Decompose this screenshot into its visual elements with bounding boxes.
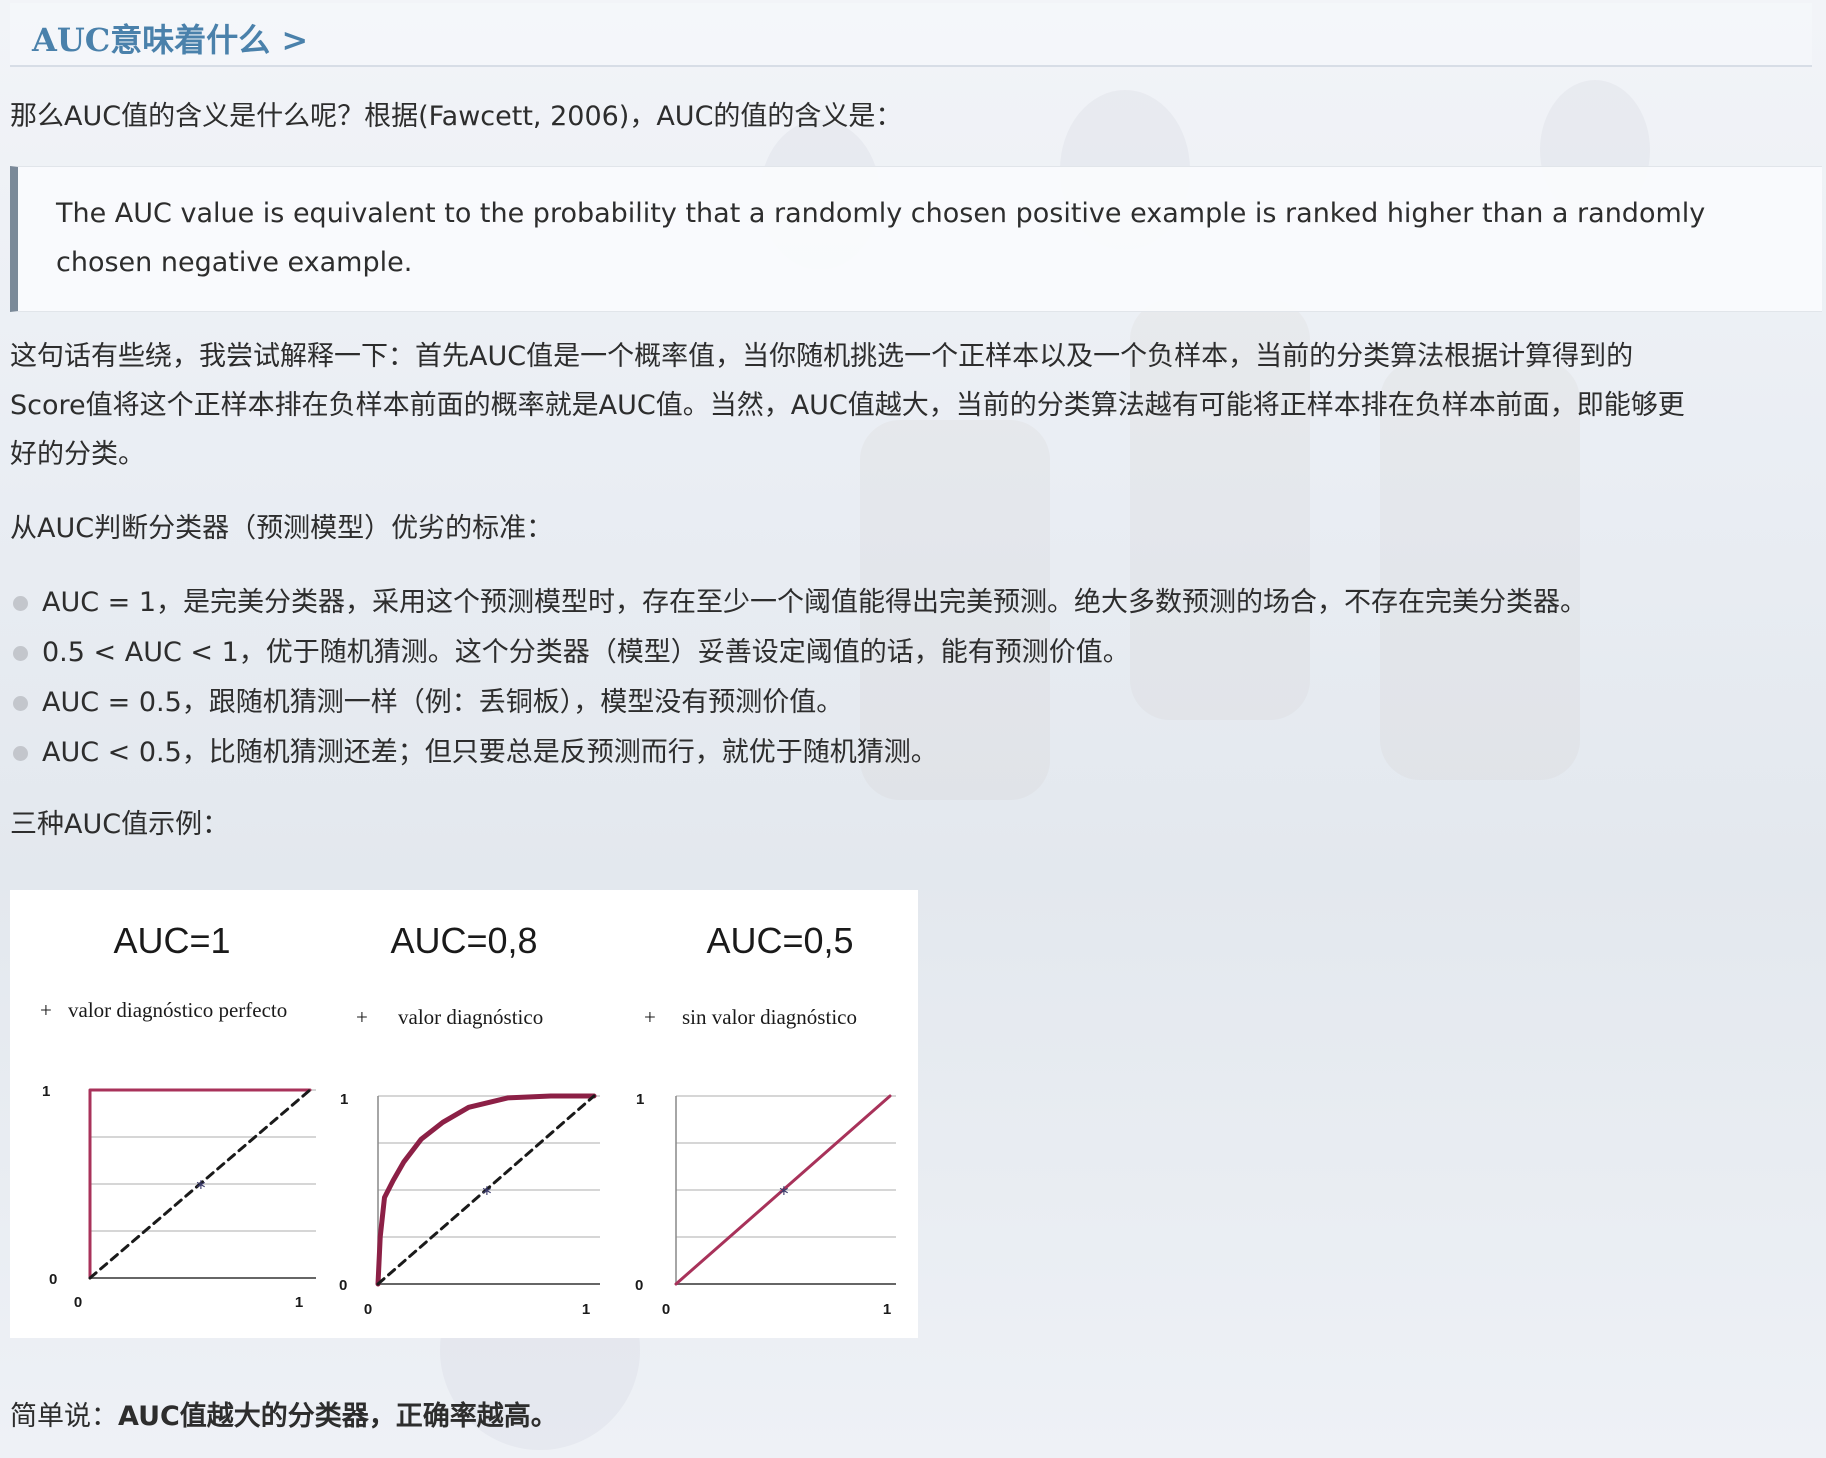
plot-area: ∗ [375, 1093, 600, 1287]
bullet-dot [13, 646, 28, 661]
y-tick-label: 0 [635, 1277, 643, 1294]
blockquote-line: chosen negative example. [56, 247, 413, 278]
criteria-list: AUC = 1，是完美分类器，采用这个预测模型时，存在至少一个阈值能得出完美预测… [10, 578, 1790, 778]
plot-area: ∗ [674, 1094, 896, 1286]
y-tick-label: 1 [636, 1091, 644, 1108]
chart-panel-auc-05: AUC=0,5 + sin valor diagnóstico 1 0 0 1 … [635, 920, 896, 1318]
midpoint-marker: ∗ [195, 1177, 207, 1193]
blockquote-text: The AUC value is equivalent to the proba… [56, 189, 1776, 287]
blockquote: The AUC value is equivalent to the proba… [10, 166, 1822, 312]
criteria-intro: 从AUC判断分类器（预测模型）优劣的标准： [10, 513, 554, 544]
list-item: AUC = 0.5，跟随机猜测一样（例：丢铜板），模型没有预测价值。 [10, 678, 1790, 728]
explanation-paragraph: 这句话有些绕，我尝试解释一下：首先AUC值是一个概率值，当你随机挑选一个正样本以… [10, 332, 1810, 479]
plot-area: ∗ [88, 1088, 316, 1280]
examples-intro: 三种AUC值示例： [10, 809, 230, 840]
explanation-line: 这句话有些绕，我尝试解释一下：首先AUC值是一个概率值，当你随机挑选一个正样本以… [10, 341, 1634, 372]
conclusion-prefix: 简单说： [10, 1401, 118, 1432]
chart-subtitle: valor diagnóstico perfecto [68, 998, 287, 1022]
conclusion-paragraph: 简单说：AUC值越大的分类器，正确率越高。 [10, 1392, 558, 1441]
explanation-line: Score值将这个正样本排在负样本前面的概率就是AUC值。当然，AUC值越大，当… [10, 390, 1685, 421]
chart-title: AUC=0,8 [390, 920, 537, 961]
list-item-text: AUC = 1，是完美分类器，采用这个预测模型时，存在至少一个阈值能得出完美预测… [42, 587, 1588, 618]
bullet-dot [13, 746, 28, 761]
plus-icon: + [356, 1005, 368, 1029]
plus-icon: + [40, 998, 52, 1022]
x-tick-label: 1 [883, 1301, 891, 1318]
list-item: 0.5 < AUC < 1，优于随机猜测。这个分类器（模型）妥善设定阈值的话，能… [10, 628, 1790, 678]
list-item: AUC = 1，是完美分类器，采用这个预测模型时，存在至少一个阈值能得出完美预测… [10, 578, 1790, 628]
chart-panel-auc-08: AUC=0,8 + valor diagnóstico 1 0 0 1 ∗ [339, 920, 600, 1318]
blockquote-line: The AUC value is equivalent to the proba… [56, 198, 1706, 229]
list-item-text: AUC < 0.5，比随机猜测还差；但只要总是反预测而行，就优于随机猜测。 [42, 737, 938, 768]
x-tick-label: 1 [582, 1301, 590, 1318]
midpoint-marker: ∗ [481, 1183, 493, 1199]
explanation-line: 好的分类。 [10, 439, 145, 470]
y-tick-label: 1 [42, 1083, 50, 1100]
bullet-dot [13, 696, 28, 711]
x-tick-label: 0 [74, 1294, 82, 1311]
list-item: AUC < 0.5，比随机猜测还差；但只要总是反预测而行，就优于随机猜测。 [10, 728, 1790, 778]
y-tick-label: 1 [340, 1091, 348, 1108]
intro-paragraph: 那么AUC值的含义是什么呢？根据(Fawcett, 2006)，AUC的值的含义… [10, 101, 903, 132]
auc-examples-svg: AUC=1 + valor diagnóstico perfecto 1 0 0… [40, 920, 896, 1318]
x-tick-label: 0 [364, 1301, 372, 1318]
list-item-text: AUC = 0.5，跟随机猜测一样（例：丢铜板），模型没有预测价值。 [42, 687, 844, 718]
section-heading-title[interactable]: AUC意味着什么 > [32, 15, 308, 61]
list-item-text: 0.5 < AUC < 1，优于随机猜测。这个分类器（模型）妥善设定阈值的话，能… [42, 637, 1130, 668]
y-tick-label: 0 [339, 1277, 347, 1294]
section-heading: AUC意味着什么 > [10, 3, 1812, 67]
y-tick-label: 0 [49, 1271, 57, 1288]
chart-title: AUC=0,5 [706, 920, 853, 961]
chart-subtitle: valor diagnóstico [398, 1005, 543, 1029]
chart-panel-auc-1: AUC=1 + valor diagnóstico perfecto 1 0 0… [40, 920, 316, 1311]
chart-title: AUC=1 [113, 920, 230, 961]
x-tick-label: 0 [662, 1301, 670, 1318]
x-tick-label: 1 [295, 1294, 303, 1311]
midpoint-marker: ∗ [778, 1183, 790, 1199]
chart-subtitle: sin valor diagnóstico [682, 1005, 857, 1029]
plus-icon: + [644, 1005, 656, 1029]
conclusion-bold: AUC值越大的分类器，正确率越高。 [118, 1401, 558, 1432]
bullet-dot [13, 596, 28, 611]
auc-examples-figure: AUC=1 + valor diagnóstico perfecto 1 0 0… [10, 890, 918, 1338]
